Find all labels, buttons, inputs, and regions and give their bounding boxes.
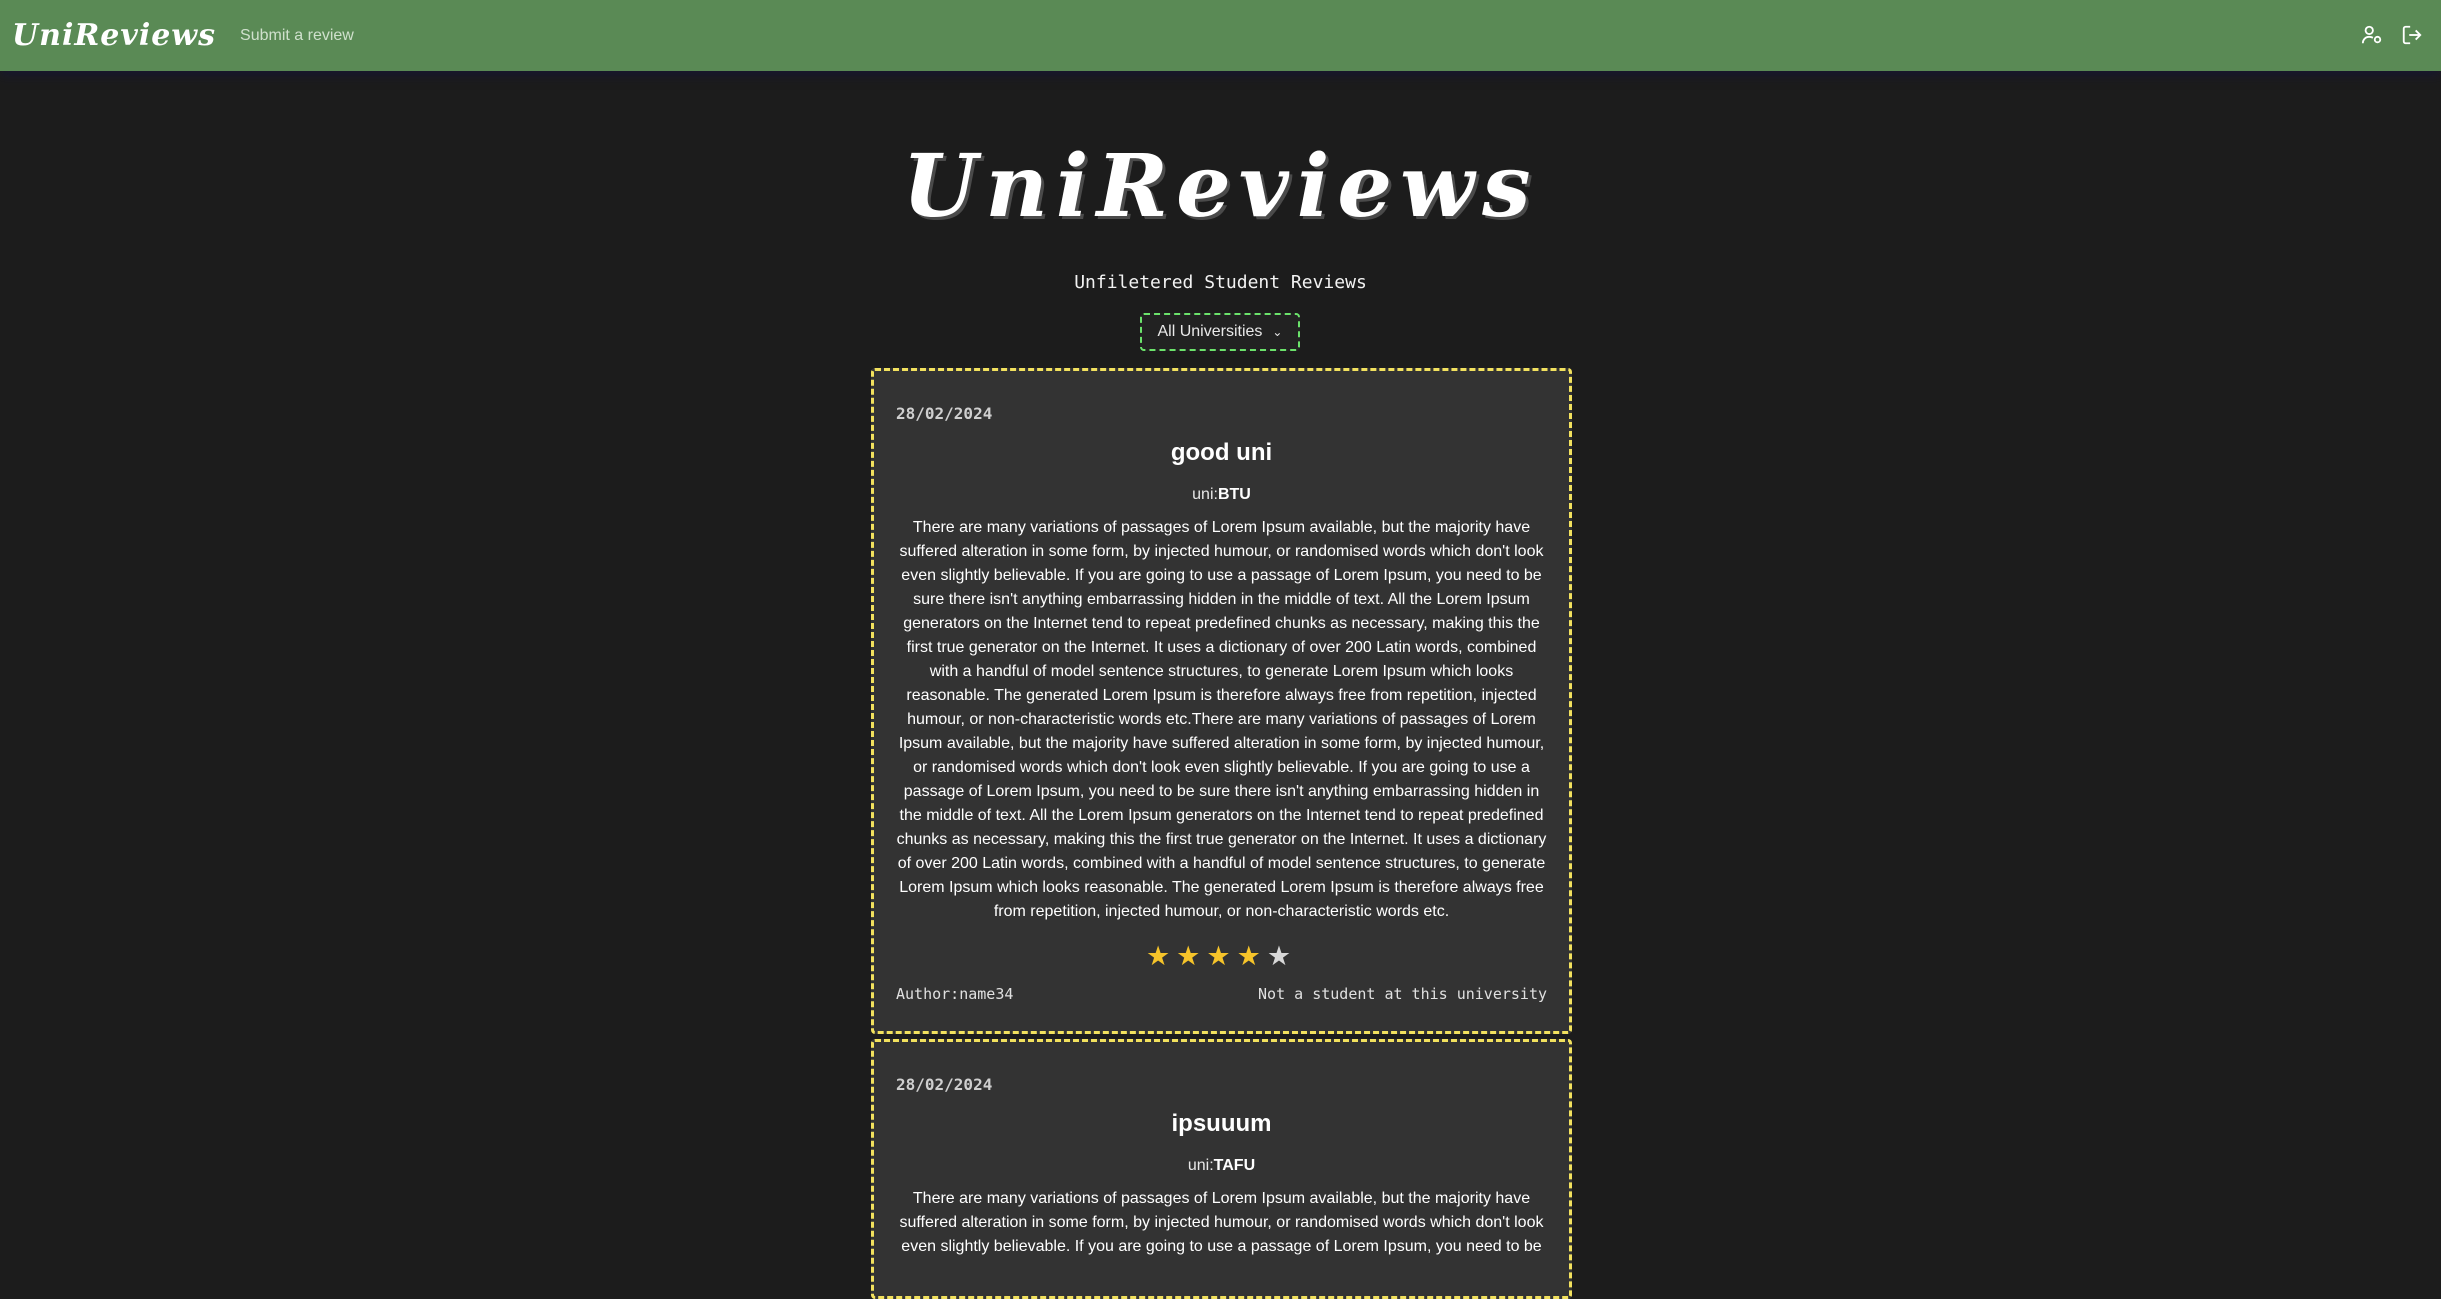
top-navbar: UniReviews Submit a review	[0, 0, 2441, 71]
review-date: 28/02/2024	[896, 404, 993, 423]
review-university-prefix: uni:	[1192, 486, 1218, 503]
review-university: uni:TAFU	[874, 1157, 1569, 1175]
review-university-name: TAFU	[1213, 1157, 1256, 1174]
review-university-prefix: uni:	[1187, 1157, 1214, 1174]
student-status: Not a student at this university	[1258, 985, 1547, 1003]
star-filled-icon: ★	[1236, 941, 1267, 971]
university-filter-value: All Universities	[1157, 323, 1263, 340]
review-card: 28/02/2024 good uni uni:BTU There are ma…	[871, 368, 1572, 1034]
chevron-down-icon: ⌄	[1272, 325, 1283, 339]
review-body: There are many variations of passages of…	[899, 1190, 1544, 1255]
review-date: 28/02/2024	[896, 1075, 993, 1094]
star-rating: ★★★★★	[874, 941, 1569, 972]
review-card: 28/02/2024 ipsuuum uni:TAFU There are ma…	[871, 1039, 1572, 1299]
review-title: ipsuuum	[1171, 1110, 1272, 1137]
nav-icons	[2361, 24, 2423, 51]
logout-icon[interactable]	[2401, 24, 2423, 51]
brand-logo[interactable]: UniReviews	[12, 18, 216, 53]
user-settings-icon[interactable]	[2361, 24, 2383, 51]
star-filled-icon: ★	[1176, 941, 1207, 971]
star-filled-icon: ★	[1206, 941, 1237, 971]
star-filled-icon: ★	[1145, 941, 1177, 971]
submit-review-link[interactable]: Submit a review	[240, 27, 354, 45]
star-empty-icon: ★	[1266, 941, 1298, 971]
review-body: There are many variations of passages of…	[896, 519, 1547, 920]
review-university-name: BTU	[1217, 486, 1251, 503]
hero-subtitle: Unfiletered Student Reviews	[1074, 272, 1367, 293]
university-filter-select[interactable]: All Universities ⌄	[1140, 313, 1300, 351]
hero-title: UniReviews	[902, 136, 1539, 237]
review-author: Author:name34	[896, 985, 1014, 1003]
review-title: good uni	[1170, 439, 1273, 466]
review-university: uni:BTU	[874, 486, 1569, 504]
